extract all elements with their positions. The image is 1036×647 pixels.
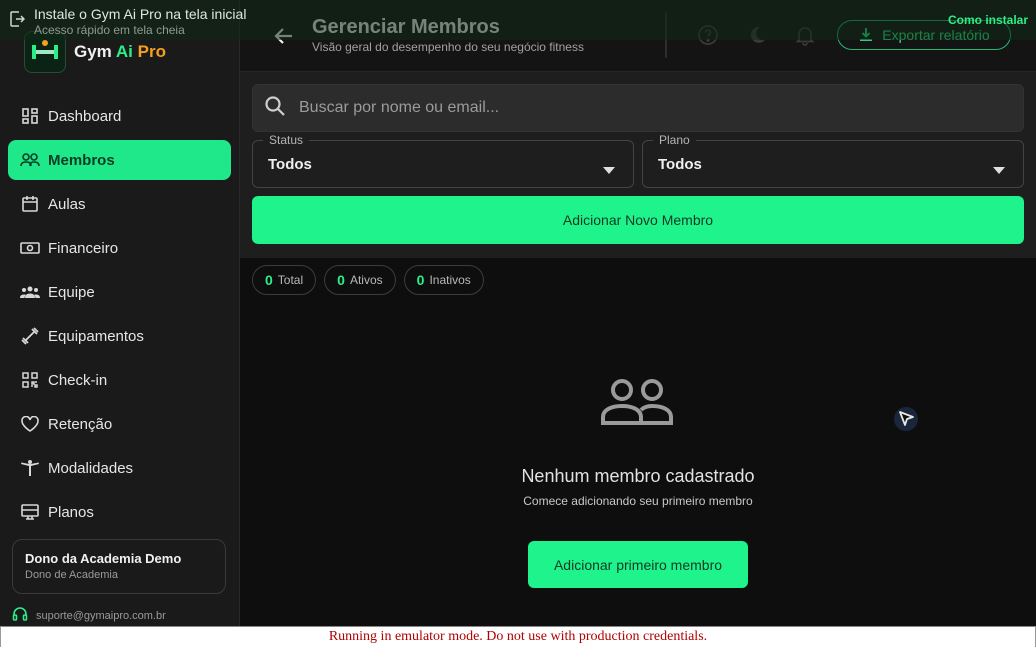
how-to-install-link[interactable]: Como instalar <box>948 13 1028 27</box>
sidebar-item-label: Retenção <box>48 415 113 433</box>
dumbbell-icon <box>20 326 40 346</box>
sidebar-item-planos[interactable]: Planos <box>8 492 231 532</box>
sidebar-item-label: Equipe <box>48 283 95 301</box>
user-role: Dono de Academia <box>25 569 118 581</box>
stat-inactive[interactable]: 0 Inativos <box>403 265 484 295</box>
calendar-icon <box>20 194 40 214</box>
stat-label: Inativos <box>429 273 471 287</box>
header-divider <box>665 12 667 58</box>
dashboard-icon <box>20 106 40 126</box>
stat-active[interactable]: 0 Ativos <box>324 265 396 295</box>
brand[interactable]: Gym Ai Pro <box>24 31 166 73</box>
sidebar-item-aulas[interactable]: Aulas <box>8 184 231 224</box>
dropdown-arrow-icon <box>603 161 615 179</box>
support-contact[interactable]: suporte@gymaipro.com.br <box>12 606 166 625</box>
help-icon[interactable] <box>697 24 719 46</box>
search-input[interactable] <box>297 98 1001 118</box>
dropdown-arrow-icon <box>993 161 1005 179</box>
add-new-member-button[interactable]: Adicionar Novo Membro <box>252 196 1024 244</box>
filters-panel: Status Todos Plano Todos Adicionar Novo … <box>240 72 1036 258</box>
member-stats: 0 Total 0 Ativos 0 Inativos <box>252 265 492 295</box>
stat-count: 0 <box>337 272 345 288</box>
stat-count: 0 <box>265 272 273 288</box>
moon-icon[interactable] <box>746 24 768 46</box>
sidebar-item-label: Aulas <box>48 195 86 213</box>
back-arrow-icon[interactable] <box>272 24 296 48</box>
support-email[interactable]: suporte@gymaipro.com.br <box>36 610 166 622</box>
sidebar-item-modalidades[interactable]: Modalidades <box>8 448 231 488</box>
sidebar-item-label: Check-in <box>48 371 108 389</box>
sidebar-item-membros[interactable]: Membros <box>8 140 231 180</box>
sidebar-item-check-in[interactable]: Check-in <box>8 360 231 400</box>
money-icon <box>20 238 40 258</box>
plan-select[interactable]: Plano Todos <box>642 133 1024 188</box>
export-label: Exportar relatório <box>882 27 990 43</box>
bell-icon[interactable] <box>794 24 816 46</box>
qr-code-icon <box>20 370 40 390</box>
brand-name: Gym Ai Pro <box>74 42 166 62</box>
gymnastics-icon <box>20 458 40 478</box>
add-first-member-button[interactable]: Adicionar primeiro membro <box>528 541 748 588</box>
cursor-icon <box>893 406 919 437</box>
team-icon <box>20 282 40 302</box>
people-icon <box>20 150 40 170</box>
sidebar-item-equipe[interactable]: Equipe <box>8 272 231 312</box>
stat-total[interactable]: 0 Total <box>252 265 317 295</box>
install-banner-title: Instale o Gym Ai Pro na tela inicial <box>34 6 247 22</box>
headset-icon <box>12 606 28 625</box>
user-card[interactable]: Dono da Academia Demo Dono de Academia <box>12 539 226 594</box>
search-icon <box>263 94 287 123</box>
heart-icon <box>20 414 40 434</box>
user-name: Dono da Academia Demo <box>25 551 182 566</box>
search-box[interactable] <box>252 84 1024 132</box>
card-icon <box>20 502 40 522</box>
stat-label: Total <box>277 273 304 287</box>
sidebar-item-label: Dashboard <box>48 107 122 125</box>
emulator-notice: Running in emulator mode. Do not use wit… <box>0 626 1036 647</box>
logo-icon <box>24 31 66 73</box>
sidebar-item-label: Membros <box>48 151 115 169</box>
sidebar-item-label: Equipamentos <box>48 327 144 345</box>
status-select[interactable]: Status Todos <box>252 133 634 188</box>
plan-select-value: Todos <box>658 156 702 173</box>
sidebar-item-label: Financeiro <box>48 239 119 257</box>
page-subtitle: Visão geral do desempenho do seu negócio… <box>312 40 584 54</box>
download-icon <box>858 26 874 45</box>
page-title: Gerenciar Membros <box>312 16 500 38</box>
sidebar-item-retencao[interactable]: Retenção <box>8 404 231 444</box>
sidebar-nav: Dashboard Membros Aulas Financeiro Equip… <box>8 96 231 536</box>
empty-state-title: Nenhum membro cadastrado <box>521 466 755 486</box>
empty-state-subtitle: Comece adicionando seu primeiro membro <box>523 494 753 508</box>
plan-select-label: Plano <box>653 133 696 147</box>
sidebar-item-financeiro[interactable]: Financeiro <box>8 228 231 268</box>
status-select-value: Todos <box>268 156 312 173</box>
sidebar-item-label: Planos <box>48 503 94 521</box>
status-select-label: Status <box>263 133 310 147</box>
install-icon[interactable] <box>9 11 26 27</box>
install-banner-subtitle: Acesso rápido em tela cheia <box>34 23 185 37</box>
sidebar-item-label: Modalidades <box>48 459 134 477</box>
brand-name-ai: Ai <box>115 42 133 61</box>
brand-name-prefix: Gym <box>74 42 116 61</box>
brand-name-pro: Pro <box>132 42 166 61</box>
sidebar: Gym Ai Pro Dashboard Membros Aulas Finan… <box>0 0 240 626</box>
stat-count: 0 <box>416 272 425 288</box>
stat-label: Ativos <box>349 273 383 287</box>
empty-members-icon <box>600 377 676 432</box>
sidebar-item-equipamentos[interactable]: Equipamentos <box>8 316 231 356</box>
header: Gerenciar Membros Visão geral do desempe… <box>240 0 1036 72</box>
sidebar-item-dashboard[interactable]: Dashboard <box>8 96 231 136</box>
